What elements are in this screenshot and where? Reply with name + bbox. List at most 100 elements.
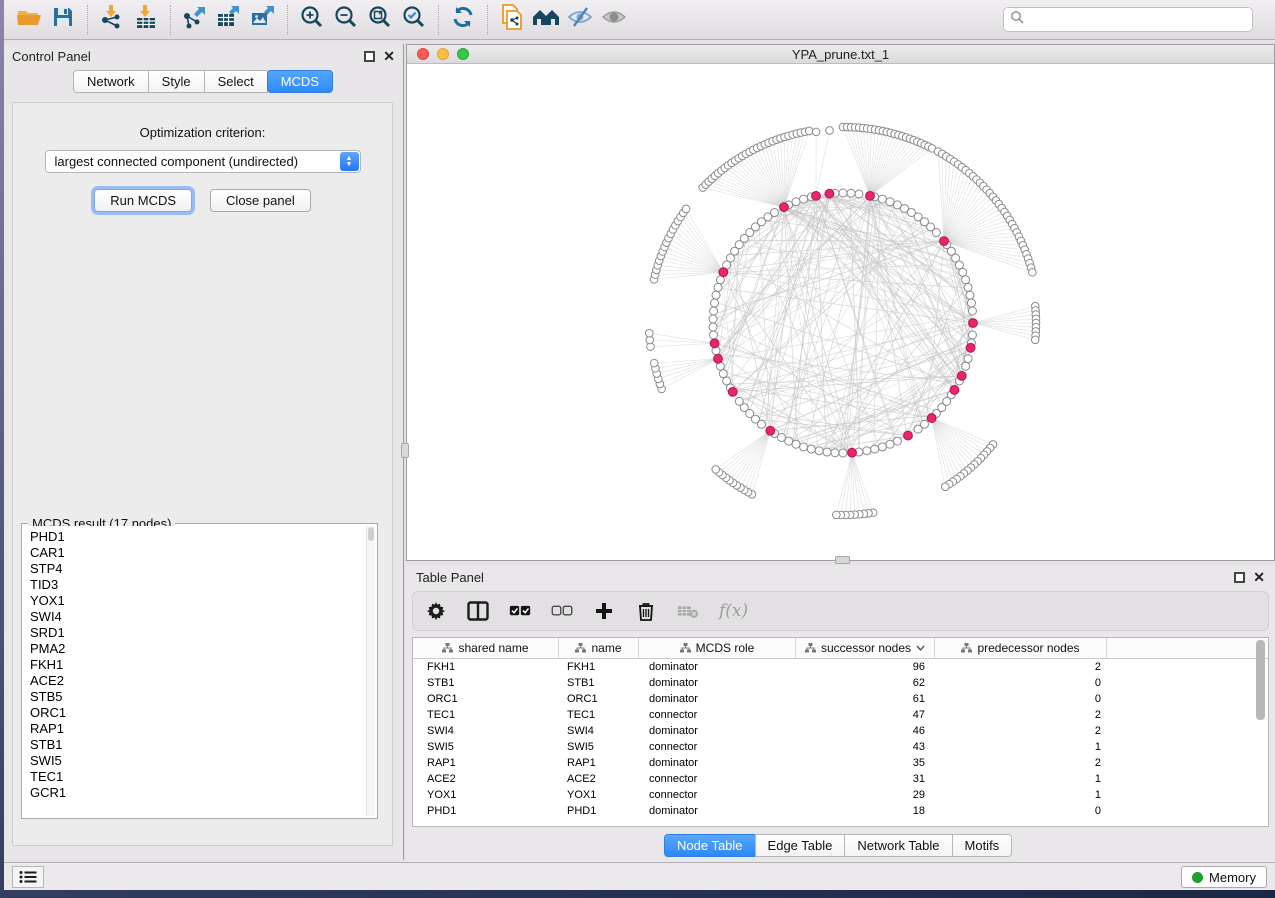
cell-predecessors[interactable]: 0 — [935, 803, 1107, 819]
mcds-result-item[interactable]: PMA2 — [30, 641, 369, 657]
import-table-button[interactable] — [129, 4, 163, 36]
cell-predecessors[interactable]: 2 — [935, 723, 1107, 739]
export-image-button[interactable] — [246, 4, 280, 36]
table-row[interactable]: PHD1PHD1dominator180 — [413, 803, 1268, 819]
zoom-selected-button[interactable] — [397, 4, 431, 36]
cell-role[interactable]: dominator — [639, 803, 796, 819]
zoom-in-button[interactable] — [295, 4, 329, 36]
first-neighbors-button[interactable] — [529, 4, 563, 36]
cell-role[interactable]: dominator — [639, 691, 796, 707]
memory-button[interactable]: Memory — [1181, 866, 1267, 888]
run-mcds-button[interactable]: Run MCDS — [94, 189, 192, 212]
mcds-result-item[interactable]: YOX1 — [30, 593, 369, 609]
export-table-button[interactable] — [212, 4, 246, 36]
cell-successors[interactable]: 29 — [796, 787, 935, 803]
window-minimize-icon[interactable] — [437, 48, 449, 60]
cell-successors[interactable]: 35 — [796, 755, 935, 771]
save-session-button[interactable] — [46, 4, 80, 36]
cell-role[interactable]: dominator — [639, 659, 796, 675]
mcds-result-item[interactable]: STB1 — [30, 737, 369, 753]
column-header-successor-nodes[interactable]: successor nodes — [796, 638, 935, 658]
mcds-result-item[interactable]: TEC1 — [30, 769, 369, 785]
cell-role[interactable]: dominator — [639, 755, 796, 771]
cell-name[interactable]: PHD1 — [559, 803, 639, 819]
close-panel-icon[interactable]: ✕ — [383, 51, 395, 62]
table-row[interactable]: RAP1RAP1dominator352 — [413, 755, 1268, 771]
cell-name[interactable]: SWI4 — [559, 723, 639, 739]
cell-role[interactable]: connector — [639, 707, 796, 723]
network-window-titlebar[interactable]: YPA_prune.txt_1 — [407, 45, 1274, 64]
float-panel-icon[interactable] — [364, 51, 375, 62]
mcds-result-item[interactable]: STB5 — [30, 689, 369, 705]
show-panels-button[interactable] — [12, 866, 44, 888]
cell-name[interactable]: STB1 — [559, 675, 639, 691]
cell-predecessors[interactable]: 1 — [935, 771, 1107, 787]
cell-shared_name[interactable]: TEC1 — [413, 707, 559, 723]
mcds-result-item[interactable]: ORC1 — [30, 705, 369, 721]
cell-name[interactable]: YOX1 — [559, 787, 639, 803]
mcds-result-item[interactable]: SWI4 — [30, 609, 369, 625]
column-header-shared-name[interactable]: shared name — [413, 638, 559, 658]
vertical-splitter-handle[interactable] — [401, 443, 409, 458]
cell-successors[interactable]: 31 — [796, 771, 935, 787]
cell-shared_name[interactable]: PHD1 — [413, 803, 559, 819]
cell-predecessors[interactable]: 1 — [935, 787, 1107, 803]
table-scrollbar[interactable] — [1256, 640, 1265, 800]
search-input[interactable] — [1025, 13, 1246, 27]
cell-name[interactable]: RAP1 — [559, 755, 639, 771]
cell-shared_name[interactable]: RAP1 — [413, 755, 559, 771]
mcds-result-item[interactable]: RAP1 — [30, 721, 369, 737]
copy-network-view-button[interactable] — [495, 4, 529, 36]
delete-table-button[interactable] — [677, 600, 699, 622]
mcds-result-item[interactable]: SWI5 — [30, 753, 369, 769]
search-field[interactable] — [1003, 7, 1253, 32]
cell-successors[interactable]: 96 — [796, 659, 935, 675]
hide-selected-button[interactable] — [563, 4, 597, 36]
mcds-result-list[interactable]: PHD1CAR1STP4TID3YOX1SWI4SRD1PMA2FKH1ACE2… — [24, 526, 375, 816]
mcds-result-item[interactable]: FKH1 — [30, 657, 369, 673]
cell-shared_name[interactable]: SWI4 — [413, 723, 559, 739]
cell-successors[interactable]: 61 — [796, 691, 935, 707]
cell-successors[interactable]: 62 — [796, 675, 935, 691]
open-file-button[interactable] — [12, 4, 46, 36]
cell-shared_name[interactable]: SWI5 — [413, 739, 559, 755]
cell-successors[interactable]: 46 — [796, 723, 935, 739]
cell-role[interactable]: connector — [639, 771, 796, 787]
close-table-panel-icon[interactable]: ✕ — [1253, 572, 1265, 583]
cell-name[interactable]: ORC1 — [559, 691, 639, 707]
cell-role[interactable]: connector — [639, 787, 796, 803]
zoom-fit-button[interactable] — [363, 4, 397, 36]
mcds-result-item[interactable]: PHD1 — [30, 529, 369, 545]
cell-predecessors[interactable]: 2 — [935, 707, 1107, 723]
table-row[interactable]: STB1STB1dominator620 — [413, 675, 1268, 691]
cell-name[interactable]: SWI5 — [559, 739, 639, 755]
cell-predecessors[interactable]: 2 — [935, 659, 1107, 675]
show-all-button[interactable] — [597, 4, 631, 36]
cell-successors[interactable]: 18 — [796, 803, 935, 819]
cell-successors[interactable]: 47 — [796, 707, 935, 723]
cell-predecessors[interactable]: 0 — [935, 675, 1107, 691]
tab-style[interactable]: Style — [148, 70, 205, 93]
mcds-result-item[interactable]: STP4 — [30, 561, 369, 577]
tab-mcds[interactable]: MCDS — [267, 70, 333, 93]
table-row[interactable]: YOX1YOX1connector291 — [413, 787, 1268, 803]
column-header-name[interactable]: name — [559, 638, 639, 658]
deselect-all-button[interactable] — [551, 600, 573, 622]
tab-select[interactable]: Select — [204, 70, 268, 93]
add-row-button[interactable] — [593, 600, 615, 622]
select-all-button[interactable] — [509, 600, 531, 622]
table-row[interactable]: SWI4SWI4dominator462 — [413, 723, 1268, 739]
horizontal-splitter-handle[interactable] — [835, 556, 850, 564]
cell-successors[interactable]: 43 — [796, 739, 935, 755]
float-table-panel-icon[interactable] — [1234, 572, 1245, 583]
cell-role[interactable]: dominator — [639, 675, 796, 691]
mcds-result-item[interactable]: TID3 — [30, 577, 369, 593]
cell-shared_name[interactable]: YOX1 — [413, 787, 559, 803]
cell-name[interactable]: TEC1 — [559, 707, 639, 723]
network-canvas[interactable] — [407, 64, 1274, 560]
cell-shared_name[interactable]: ORC1 — [413, 691, 559, 707]
tab-motifs[interactable]: Motifs — [952, 834, 1013, 857]
mcds-list-scrollbar[interactable] — [366, 526, 375, 816]
criterion-dropdown[interactable]: largest connected component (undirected)… — [45, 150, 361, 173]
cell-predecessors[interactable]: 2 — [935, 755, 1107, 771]
